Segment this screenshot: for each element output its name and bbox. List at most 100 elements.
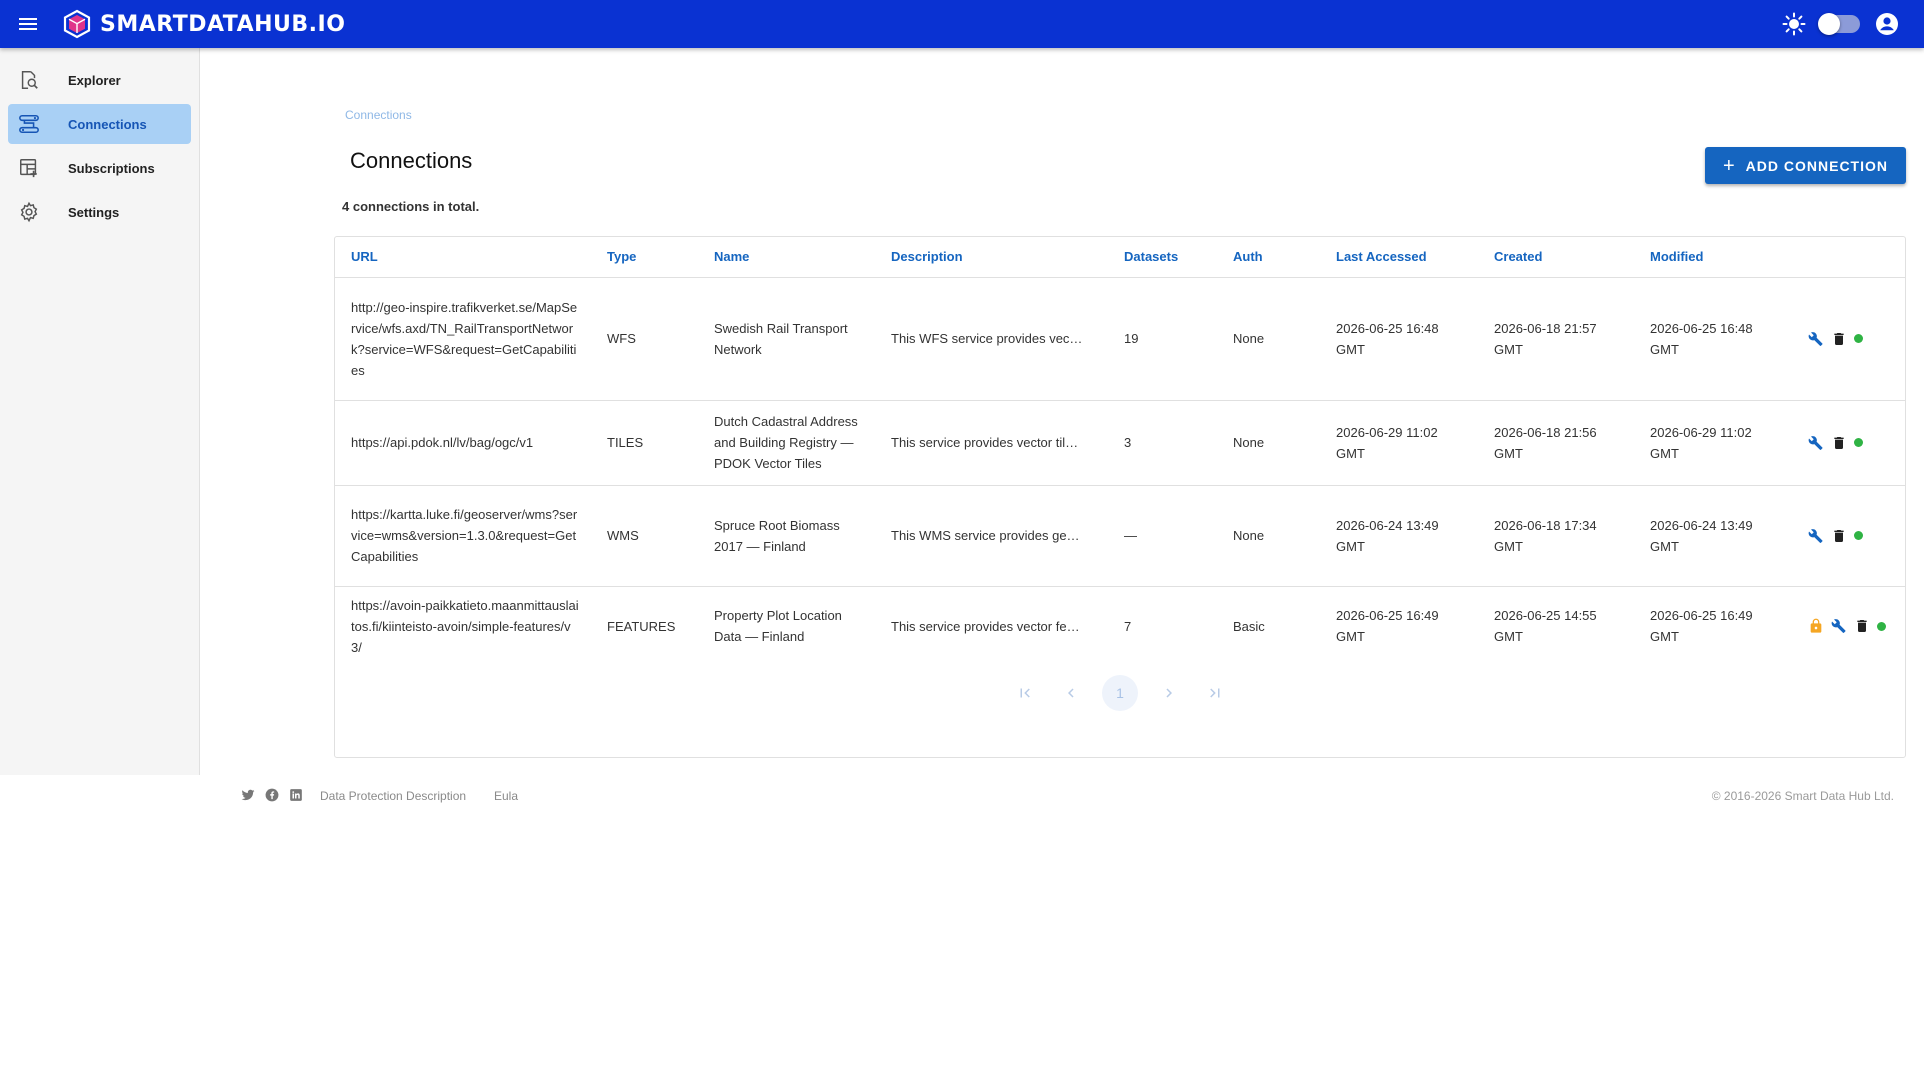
cell-description: This service provides vector til… [875,400,1108,486]
cell-last-accessed: 2026-06-25 16:48 GMT [1320,277,1478,401]
cell-datasets: 19 [1108,277,1217,401]
connections-table-card: URL Type Name Description Datasets Auth … [334,236,1906,758]
pagination: 1 [335,673,1905,713]
cell-description: This WMS service provides ge… [875,485,1108,587]
sidebar-item-subscriptions[interactable]: Subscriptions [8,148,191,188]
top-app-bar: SMARTDATAHUB.IO [0,0,1924,48]
column-header-description[interactable]: Description [875,237,1108,278]
data-protection-link[interactable]: Data Protection Description [320,789,466,803]
menu-icon[interactable] [0,0,56,48]
column-header-url[interactable]: URL [335,237,591,278]
lock-icon[interactable] [1808,618,1824,634]
wrench-icon[interactable] [1808,331,1824,347]
brand-name: SMARTDATAHUB.IO [100,11,346,37]
last-page-icon[interactable] [1200,678,1230,708]
trash-icon[interactable] [1831,331,1847,347]
sidebar-item-label: Connections [68,116,147,132]
cell-modified: 2026-06-29 11:02 GMT [1634,400,1792,486]
cell-created: 2026-06-18 17:34 GMT [1478,485,1634,587]
breadcrumb[interactable]: Connections [345,108,412,122]
next-page-icon[interactable] [1154,678,1184,708]
page-number-button[interactable]: 1 [1102,675,1138,711]
cell-created: 2026-06-18 21:57 GMT [1478,277,1634,401]
toggle-knob [1818,13,1840,35]
previous-page-icon[interactable] [1056,678,1086,708]
cell-name: Dutch Cadastral Address and Building Reg… [698,400,875,486]
sidebar-item-settings[interactable]: Settings [8,192,191,232]
cell-created: 2026-06-18 21:56 GMT [1478,400,1634,486]
cell-datasets: 7 [1124,618,1132,634]
table-header-row: URL Type Name Description Datasets Auth … [335,237,1905,278]
cell-name: Spruce Root Biomass 2017 — Finland [698,485,875,587]
column-header-datasets[interactable]: Datasets [1108,237,1217,278]
cell-type: WFS [591,277,698,401]
table-row[interactable]: https://avoin-paikkatieto.maanmittauslai… [335,586,1905,666]
cell-type: WMS [591,485,698,587]
column-header-modified[interactable]: Modified [1634,237,1792,278]
table-row[interactable]: https://api.pdok.nl/lv/bag/ogc/v1 TILES … [335,400,1905,486]
cell-last-accessed: 2026-06-29 11:02 GMT [1320,400,1478,486]
total-count: 4 connections in total. [342,199,480,214]
status-online-icon [1854,334,1863,343]
cell-url: https://avoin-paikkatieto.maanmittauslai… [351,597,579,655]
sun-icon [1782,12,1806,36]
cell-type: FEATURES [607,618,676,634]
sidebar-item-connections[interactable]: Connections [8,104,191,144]
status-online-icon [1877,621,1886,631]
cell-auth: Basic [1233,618,1265,634]
explorer-icon [21,71,38,89]
cell-datasets: — [1108,485,1217,587]
column-header-last-accessed[interactable]: Last Accessed [1320,237,1478,278]
cell-name: Swedish Rail Transport Network [698,277,875,401]
cell-auth: None [1217,485,1320,587]
cube-logo-icon [63,9,91,39]
cell-actions [1792,400,1905,486]
twitter-icon[interactable] [241,788,255,802]
add-connection-button[interactable]: + ADD CONNECTION [1705,147,1906,184]
plus-icon: + [1722,154,1736,177]
cell-modified: 2026-06-24 13:49 GMT [1634,485,1792,587]
cell-actions [1792,586,1905,666]
facebook-icon[interactable] [265,788,279,802]
sidebar: Explorer Connections Subscriptions Setti… [0,48,200,775]
column-header-created[interactable]: Created [1478,237,1634,278]
copyright: © 2016-2026 Smart Data Hub Ltd. [1711,789,1894,803]
trash-icon[interactable] [1854,618,1870,634]
wrench-icon[interactable] [1831,618,1847,634]
cell-auth: None [1217,400,1320,486]
column-header-actions [1792,237,1905,278]
wrench-icon[interactable] [1808,435,1824,451]
trash-icon[interactable] [1831,435,1847,451]
cell-actions [1792,277,1905,401]
table-row[interactable]: https://kartta.luke.fi/geoserver/wms?ser… [335,485,1905,587]
column-header-auth[interactable]: Auth [1217,237,1320,278]
column-header-type[interactable]: Type [591,237,698,278]
cell-datasets: 3 [1108,400,1217,486]
cell-last-accessed: 2026-06-25 16:49 GMT [1336,608,1439,645]
brand-logo[interactable]: SMARTDATAHUB.IO [62,9,345,39]
cell-description: This service provides vector fe… [891,618,1080,634]
social-links [241,788,303,802]
connections-table: URL Type Name Description Datasets Auth … [335,237,1905,666]
sidebar-item-explorer[interactable]: Explorer [8,60,191,100]
cell-name: Property Plot Location Data — Finland [714,608,842,645]
table-row[interactable]: http://geo-inspire.trafikverket.se/MapSe… [335,277,1905,401]
cell-type: TILES [591,400,698,486]
column-header-name[interactable]: Name [698,237,875,278]
sidebar-item-label: Settings [68,204,120,220]
linkedin-icon[interactable] [289,788,303,802]
add-connection-label: ADD CONNECTION [1745,157,1889,174]
theme-toggle[interactable] [1818,13,1860,35]
trash-icon[interactable] [1831,528,1847,544]
cell-url: https://api.pdok.nl/lv/bag/ogc/v1 [335,400,591,486]
footer: Data Protection Description Eula © 2016-… [0,775,1924,815]
cell-created: 2026-06-25 14:55 GMT [1494,608,1597,645]
account-circle-icon [1876,13,1898,35]
account-button[interactable] [1874,11,1900,37]
wrench-icon[interactable] [1808,528,1824,544]
eula-link[interactable]: Eula [494,789,518,803]
cell-description: This WFS service provides vec… [875,277,1108,401]
page-title: Connections [350,148,473,173]
first-page-icon[interactable] [1010,678,1040,708]
gear-icon [20,201,38,223]
